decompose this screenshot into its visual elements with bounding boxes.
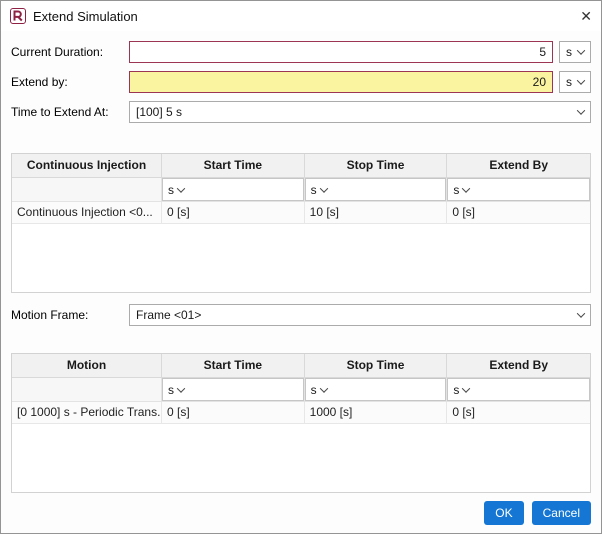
- time-to-extend-select[interactable]: [100] 5 s: [129, 101, 591, 123]
- extend-by-value: 20: [532, 75, 546, 89]
- unit-select[interactable]: s: [447, 178, 590, 201]
- window-title: Extend Simulation: [33, 8, 138, 24]
- close-icon[interactable]: ✕: [570, 8, 592, 25]
- unit-cell: s: [162, 378, 305, 402]
- unit-cell-empty: [12, 178, 162, 202]
- motion-frame-select[interactable]: Frame <01>: [129, 304, 591, 326]
- unit-value: s: [566, 45, 572, 59]
- column-header: Extend By: [447, 354, 590, 378]
- unit-value: s: [566, 75, 572, 89]
- current-duration-input[interactable]: 5: [129, 41, 553, 63]
- column-header: Continuous Injection: [12, 154, 162, 178]
- current-duration-label: Current Duration:: [11, 45, 104, 59]
- injection-table-header: Continuous Injection Start Time Stop Tim…: [12, 154, 590, 178]
- unit-cell: s: [447, 178, 590, 202]
- unit-cell: s: [304, 378, 448, 402]
- unit-select[interactable]: s: [447, 378, 590, 401]
- extend-by-cell[interactable]: 0 [s]: [447, 202, 590, 224]
- motion-frame-value: Frame <01>: [136, 308, 202, 322]
- cancel-button[interactable]: Cancel: [531, 501, 591, 525]
- column-header: Start Time: [162, 354, 305, 378]
- chevron-down-icon: [576, 46, 586, 55]
- extend-by-label: Extend by:: [11, 75, 68, 89]
- unit-value: s: [453, 182, 460, 197]
- current-duration-row: Current Duration: 5 s: [11, 41, 591, 63]
- chevron-down-icon: [319, 383, 328, 393]
- time-to-extend-row: Time to Extend At: [100] 5 s: [11, 101, 591, 123]
- motion-table-header: Motion Start Time Stop Time Extend By: [12, 354, 590, 378]
- row-name-cell[interactable]: Continuous Injection <0...: [12, 202, 162, 224]
- column-header: Stop Time: [304, 154, 448, 178]
- column-header: Extend By: [447, 154, 590, 178]
- unit-value: s: [310, 182, 317, 197]
- table-empty-area: [12, 424, 590, 492]
- time-to-extend-label: Time to Extend At:: [11, 105, 109, 119]
- unit-select[interactable]: s: [304, 378, 447, 401]
- table-empty-area: [12, 224, 590, 292]
- dialog-body: Current Duration: 5 s Extend by: 20 s Ti…: [1, 31, 601, 533]
- chevron-down-icon: [176, 383, 186, 393]
- time-to-extend-value: [100] 5 s: [136, 105, 183, 119]
- extend-by-row: Extend by: 20 s: [11, 71, 591, 93]
- stop-time-cell[interactable]: 1000 [s]: [304, 402, 448, 424]
- title-bar: Extend Simulation ✕: [1, 1, 601, 31]
- unit-select[interactable]: s: [304, 178, 447, 201]
- extend-simulation-dialog: Extend Simulation ✕ Current Duration: 5 …: [0, 0, 602, 534]
- unit-value: s: [168, 182, 174, 197]
- current-duration-unit-select[interactable]: s: [559, 41, 591, 63]
- motion-frame-label: Motion Frame:: [11, 308, 89, 322]
- ok-button[interactable]: OK: [484, 501, 524, 525]
- extend-by-unit-select[interactable]: s: [559, 71, 591, 93]
- unit-select[interactable]: s: [162, 378, 304, 401]
- unit-select[interactable]: s: [162, 178, 304, 201]
- unit-value: s: [168, 382, 174, 397]
- unit-value: s: [310, 382, 317, 397]
- start-time-cell[interactable]: 0 [s]: [162, 202, 305, 224]
- extend-by-cell[interactable]: 0 [s]: [447, 402, 590, 424]
- chevron-down-icon: [576, 309, 586, 318]
- app-icon: [10, 8, 26, 24]
- motion-table: Motion Start Time Stop Time Extend By s …: [11, 353, 591, 493]
- current-duration-value: 5: [539, 45, 546, 59]
- motion-frame-row: Motion Frame: Frame <01>: [11, 304, 591, 326]
- start-time-cell[interactable]: 0 [s]: [162, 402, 305, 424]
- table-row: Continuous Injection <0... 0 [s] 10 [s] …: [12, 202, 590, 224]
- chevron-down-icon: [319, 183, 328, 193]
- stop-time-cell[interactable]: 10 [s]: [304, 202, 448, 224]
- chevron-down-icon: [576, 76, 586, 85]
- chevron-down-icon: [462, 383, 471, 393]
- dialog-buttons: OK Cancel: [11, 501, 591, 525]
- unit-cell-empty: [12, 378, 162, 402]
- unit-cell: s: [447, 378, 590, 402]
- column-header: Motion: [12, 354, 162, 378]
- extend-by-input[interactable]: 20: [129, 71, 553, 93]
- injection-table: Continuous Injection Start Time Stop Tim…: [11, 153, 591, 293]
- injection-table-unit-row: s s s: [12, 178, 590, 202]
- unit-cell: s: [304, 178, 448, 202]
- chevron-down-icon: [462, 183, 471, 193]
- unit-value: s: [453, 382, 460, 397]
- motion-table-unit-row: s s s: [12, 378, 590, 402]
- column-header: Stop Time: [304, 354, 448, 378]
- unit-cell: s: [162, 178, 305, 202]
- chevron-down-icon: [176, 183, 186, 193]
- column-header: Start Time: [162, 154, 305, 178]
- chevron-down-icon: [576, 106, 586, 115]
- table-row: [0 1000] s - Periodic Trans... 0 [s] 100…: [12, 402, 590, 424]
- row-name-cell[interactable]: [0 1000] s - Periodic Trans...: [12, 402, 162, 424]
